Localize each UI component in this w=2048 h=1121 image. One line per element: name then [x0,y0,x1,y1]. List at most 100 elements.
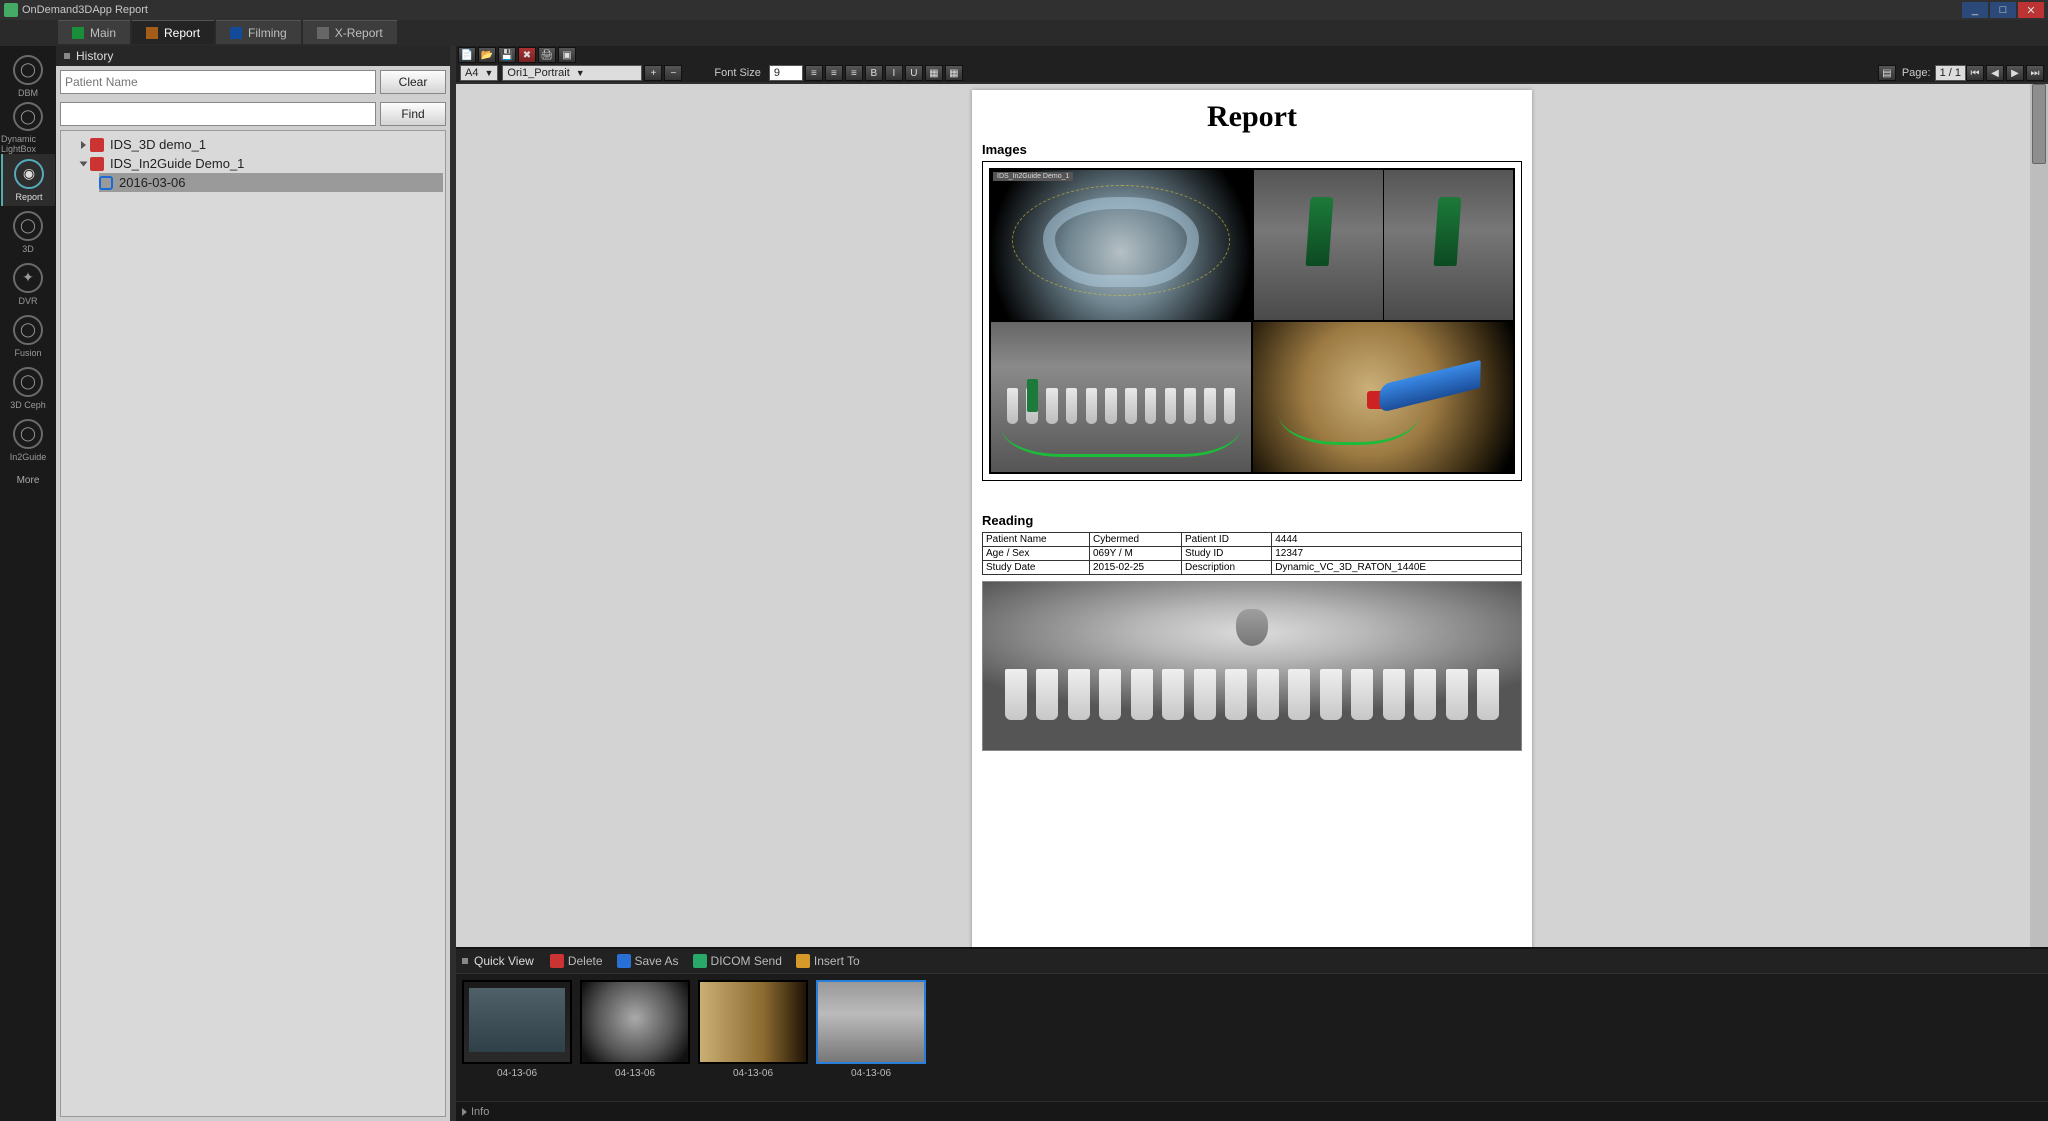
tab-xreport[interactable]: X-Report [303,20,397,44]
dbm-icon: ◯ [13,55,43,85]
font-size-input[interactable]: 9 [769,65,803,81]
collapse-icon[interactable] [80,161,88,166]
align-right-icon[interactable]: ≡ [845,65,863,81]
last-page-icon[interactable]: ⏭ [2026,65,2044,81]
history-item[interactable]: IDS_In2Guide Demo_1 [81,154,443,173]
status-info: Info [471,1106,489,1118]
cell-study-date: 2015-02-25 [1089,561,1181,575]
thumbnail[interactable]: 04-13-06 [698,980,808,1079]
status-bar: Info [456,1101,2048,1121]
nav-lightbox[interactable]: ◯ Dynamic LightBox [1,102,55,154]
thumbnail-strip: 04-13-06 04-13-06 04-13-06 04-13-06 [456,973,2048,1101]
image-axial-ct[interactable]: IDS_In2Guide Demo_1 [991,170,1251,320]
tab-report[interactable]: Report [132,20,214,44]
report-file-icon [90,157,104,171]
align-left-icon[interactable]: ≡ [805,65,823,81]
thumb-image [698,980,808,1064]
patient-name-input[interactable] [60,70,376,94]
zoom-out-icon[interactable]: − [664,65,682,81]
qv-saveas-button[interactable]: Save As [617,954,679,968]
filter-input[interactable] [60,102,376,126]
nav-report[interactable]: ◉Report [1,154,55,206]
window-close-button[interactable]: ✕ [2018,2,2044,18]
panoramic-image[interactable] [982,581,1522,751]
tab-xreport-icon [317,27,329,39]
nav-fusion[interactable]: ◯Fusion [1,310,55,362]
nav-dvr-label: DVR [18,296,37,306]
italic-icon[interactable]: I [885,65,903,81]
window-minimize-button[interactable]: _ [1962,2,1988,18]
nav-report-label: Report [15,192,42,202]
thumbnail[interactable]: 04-13-06 [580,980,690,1079]
tab-filming-icon [230,27,242,39]
first-page-icon[interactable]: ⏮ [1966,65,1984,81]
window-maximize-button[interactable]: □ [1990,2,2016,18]
find-button[interactable]: Find [380,102,446,126]
nav-dvr[interactable]: ✦DVR [1,258,55,310]
module-nav: ◯DBM ◯Dynamic LightBox ◉Report ◯3D ✦DVR … [0,46,56,1121]
color-icon[interactable]: ▦ [925,65,943,81]
expand-status-icon[interactable] [462,1108,467,1116]
underline-icon[interactable]: U [905,65,923,81]
quickview-bar: Quick View Delete Save As DICOM Send Ins… [456,947,2048,973]
zoom-in-icon[interactable]: + [644,65,662,81]
tool-preview-icon[interactable]: ▣ [558,47,576,63]
history-tree[interactable]: IDS_3D demo_1 IDS_In2Guide Demo_1 2016-0… [60,130,446,1117]
image-implant-cross-sections[interactable] [1253,170,1513,320]
bold-icon[interactable]: B [865,65,883,81]
next-page-icon[interactable]: ▶ [2006,65,2024,81]
expand-icon[interactable] [81,141,86,149]
lightbox-icon: ◯ [13,102,43,131]
qv-dicom-button[interactable]: DICOM Send [693,954,782,968]
vertical-scrollbar[interactable] [2030,84,2048,947]
thumb-image [462,980,572,1064]
sub-report-icon [99,176,113,190]
paper-select[interactable]: A4▼ [460,65,498,81]
nav-lightbox-label: Dynamic LightBox [1,134,55,154]
scrollbar-handle[interactable] [2032,84,2046,164]
history-sub-item[interactable]: 2016-03-06 [99,173,443,192]
history-panel: History Clear Find IDS_3D demo_1 IDS_In2… [56,46,456,1121]
tab-main[interactable]: Main [58,20,130,44]
layout-a-icon[interactable]: ▤ [1878,65,1896,81]
thumbnail[interactable]: 04-13-06 [816,980,926,1079]
image-3d-render[interactable] [1253,322,1513,472]
tool-save-icon[interactable]: 💾 [498,47,516,63]
report-file-icon [90,138,104,152]
tab-main-icon [72,27,84,39]
qv-delete-button[interactable]: Delete [550,954,603,968]
fusion-icon: ◯ [13,315,43,345]
tool-open-icon[interactable]: 📂 [478,47,496,63]
align-center-icon[interactable]: ≡ [825,65,843,81]
history-item[interactable]: IDS_3D demo_1 [81,135,443,154]
tool-new-icon[interactable]: 📄 [458,47,476,63]
nav-3dceph[interactable]: ◯ 3D Ceph [1,362,55,414]
report-title: Report [982,100,1522,134]
nav-in2guide[interactable]: ◯In2Guide [1,414,55,466]
nav-3dceph-label: 3D Ceph [10,400,46,410]
nav-dbm[interactable]: ◯DBM [1,50,55,102]
mode-tabbar: Main Report Filming X-Report [0,20,2048,46]
qv-insert-button[interactable]: Insert To [796,954,860,968]
history-item-label: IDS_In2Guide Demo_1 [110,156,244,171]
tab-filming[interactable]: Filming [216,20,301,44]
nav-3d[interactable]: ◯3D [1,206,55,258]
titlebar: OnDemand3DApp Report _ □ ✕ [0,0,2048,20]
clear-button[interactable]: Clear [380,70,446,94]
tool-print-icon[interactable]: 🖨 [538,47,556,63]
orientation-select[interactable]: Ori1_Portrait▼ [502,65,642,81]
document-viewport[interactable]: Report Images IDS_In2Guide Demo_1 Readin… [456,82,2048,947]
image-grid: IDS_In2Guide Demo_1 [989,168,1515,474]
image-panoramic[interactable] [991,322,1251,472]
cell-description-label: Description [1182,561,1272,575]
reading-heading: Reading [982,513,1522,528]
cell-patient-id: 4444 [1272,533,1522,547]
tool-delete-icon[interactable]: ✖ [518,47,536,63]
insert-icon[interactable]: ▦ [945,65,963,81]
nav-3d-label: 3D [22,244,34,254]
nav-more[interactable]: More [1,466,55,494]
prev-page-icon[interactable]: ◀ [1986,65,2004,81]
thumbnail[interactable]: 04-13-06 [462,980,572,1079]
ceph-icon: ◯ [13,367,43,397]
report-area: 📄 📂 💾 ✖ 🖨 ▣ A4▼ Ori1_Portrait▼ + − Font … [456,46,2048,1121]
